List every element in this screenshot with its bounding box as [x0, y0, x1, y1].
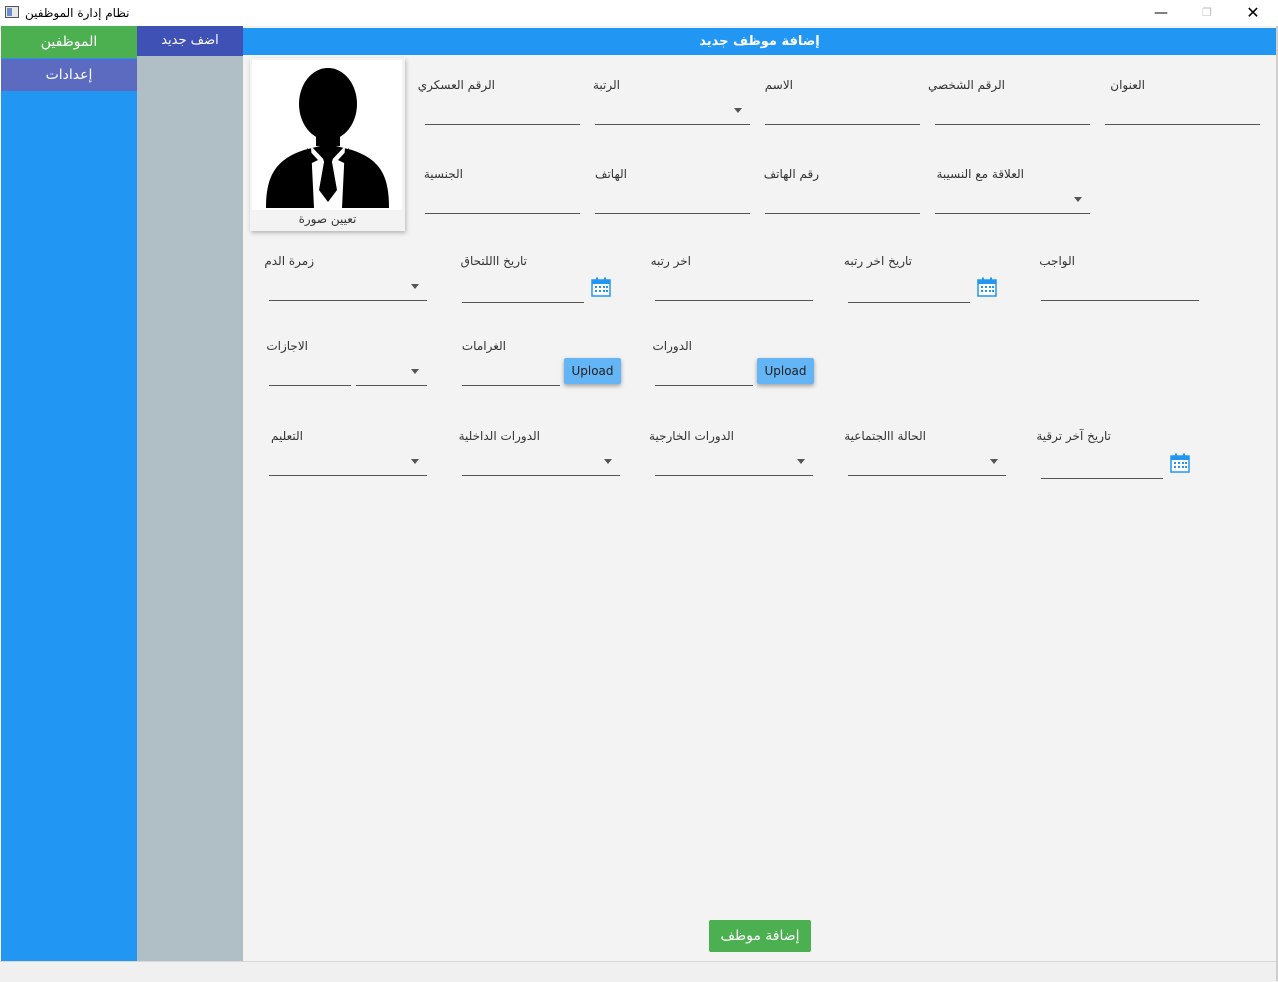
minimize-button[interactable]: —: [1138, 0, 1184, 26]
relation-select[interactable]: [935, 213, 1090, 214]
chevron-down-icon: [411, 459, 419, 464]
sidebar-item-settings[interactable]: إعدادات: [1, 59, 137, 91]
chevron-down-icon: [411, 284, 419, 289]
phone-input[interactable]: [595, 213, 750, 214]
leaves-field[interactable]: الاجازات: [266, 339, 427, 387]
join-date-input[interactable]: [462, 302, 584, 303]
education-dropdown[interactable]: التعليم: [269, 429, 427, 477]
join-date-field[interactable]: تاريخ االلتحاق: [460, 254, 617, 303]
phone-number-label: رقم الهاتف: [763, 167, 819, 181]
leaves-label: الاجازات: [266, 339, 308, 353]
external-courses-dropdown[interactable]: الدورات الخارجية: [649, 429, 813, 477]
rank-dropdown[interactable]: الرتبة: [592, 78, 750, 126]
name-field[interactable]: الاسم: [765, 78, 920, 126]
nationality-input[interactable]: [425, 213, 580, 214]
last-rank-label: اخر رتبه: [650, 254, 691, 268]
education-label: التعليم: [271, 429, 303, 443]
sidebar-item-employees[interactable]: الموظفين: [1, 26, 137, 58]
upload-fines-button[interactable]: Upload: [564, 358, 621, 384]
personal-number-field[interactable]: الرقم الشخصي: [928, 78, 1090, 126]
military-number-label: الرقم العسكري: [417, 78, 495, 92]
phone-number-input[interactable]: [765, 213, 920, 214]
relation-dropdown[interactable]: العلاقة مع النسيبة: [935, 167, 1090, 215]
social-status-dropdown[interactable]: الحالة االجتماعية: [844, 429, 1006, 477]
courses-input[interactable]: [655, 385, 753, 386]
calendar-icon[interactable]: [591, 277, 611, 297]
last-rank-field[interactable]: اخر رتبه: [651, 254, 813, 302]
window-title: نظام إدارة الموظفين: [25, 6, 130, 20]
blood-type-label: زمرة الدم: [264, 254, 314, 268]
nationality-label: الجنسية: [423, 167, 463, 181]
last-rank-date-input[interactable]: [848, 302, 970, 303]
courses-field[interactable]: الدورات Upload: [652, 339, 815, 387]
app-icon: [5, 6, 19, 18]
page-title: إضافة موظف جديد: [243, 28, 1276, 55]
chevron-down-icon: [797, 459, 805, 464]
last-rank-input[interactable]: [655, 300, 813, 301]
person-silhouette-icon: [266, 68, 389, 208]
window-bottom-edge: [0, 961, 1278, 982]
social-status-select[interactable]: [848, 475, 1006, 476]
address-field[interactable]: العنوان: [1105, 78, 1260, 126]
photo-card[interactable]: تعيين صورة: [250, 58, 405, 231]
add-employee-button[interactable]: إضافة موظف: [709, 920, 811, 952]
internal-courses-label: الدورات الداخلية: [458, 429, 540, 443]
nationality-field[interactable]: الجنسية: [423, 167, 580, 215]
personal-number-label: الرقم الشخصي: [928, 78, 1005, 92]
blood-type-dropdown[interactable]: زمرة الدم: [264, 254, 427, 302]
set-photo-label: تعيين صورة: [298, 212, 357, 226]
chevron-down-icon: [990, 459, 998, 464]
maximize-button[interactable]: ❐: [1184, 0, 1230, 26]
courses-label: الدورات: [652, 339, 692, 353]
military-number-field[interactable]: الرقم العسكري: [418, 78, 580, 126]
chevron-down-icon: [1074, 197, 1082, 202]
avatar[interactable]: [252, 60, 402, 210]
address-label: العنوان: [1110, 78, 1145, 92]
chevron-down-icon: [734, 108, 742, 113]
fines-input[interactable]: [462, 385, 560, 386]
leaves-input[interactable]: [269, 385, 351, 386]
calendar-icon[interactable]: [977, 277, 997, 297]
sidebar: الموظفين إعدادات: [1, 26, 137, 961]
phone-label: الهاتف: [595, 167, 627, 181]
fines-label: الغرامات: [461, 339, 506, 353]
fines-field[interactable]: الغرامات Upload: [462, 339, 622, 387]
rank-select[interactable]: [595, 124, 750, 125]
phone-number-field[interactable]: رقم الهاتف: [763, 167, 920, 215]
last-promotion-date-field[interactable]: تاريخ آخر ترقية: [1036, 429, 1196, 481]
close-button[interactable]: ✕: [1230, 0, 1276, 26]
external-courses-label: الدورات الخارجية: [649, 429, 734, 443]
relation-label: العلاقة مع النسيبة: [936, 167, 1024, 181]
title-bar: [0, 0, 1278, 26]
phone-field[interactable]: الهاتف: [595, 167, 750, 215]
sub-sidebar: اضف جديد: [137, 26, 243, 961]
join-date-label: تاريخ االلتحاق: [460, 254, 527, 268]
last-rank-date-field[interactable]: تاريخ اخر رتبه: [844, 254, 1003, 303]
name-input[interactable]: [765, 124, 920, 125]
upload-courses-button[interactable]: Upload: [757, 358, 814, 384]
military-number-input[interactable]: [425, 124, 580, 125]
education-select[interactable]: [269, 475, 427, 476]
name-label: الاسم: [764, 78, 793, 92]
duty-label: الواجب: [1039, 254, 1075, 268]
personal-number-input[interactable]: [935, 124, 1090, 125]
rank-label: الرتبة: [592, 78, 620, 92]
external-courses-select[interactable]: [655, 475, 813, 476]
duty-field[interactable]: الواجب: [1039, 254, 1199, 302]
last-rank-date-label: تاريخ اخر رتبه: [843, 254, 912, 268]
add-new-button[interactable]: اضف جديد: [137, 26, 243, 56]
social-status-label: الحالة االجتماعية: [844, 429, 926, 443]
chevron-down-icon: [411, 369, 419, 374]
duty-input[interactable]: [1041, 300, 1199, 301]
internal-courses-select[interactable]: [462, 475, 620, 476]
address-input[interactable]: [1105, 124, 1260, 125]
calendar-icon[interactable]: [1170, 453, 1190, 473]
internal-courses-dropdown[interactable]: الدورات الداخلية: [458, 429, 620, 477]
last-promotion-date-input[interactable]: [1041, 478, 1163, 479]
chevron-down-icon: [604, 459, 612, 464]
leaves-select[interactable]: [356, 385, 427, 386]
blood-type-select[interactable]: [269, 300, 427, 301]
last-promotion-date-label: تاريخ آخر ترقية: [1036, 429, 1111, 443]
